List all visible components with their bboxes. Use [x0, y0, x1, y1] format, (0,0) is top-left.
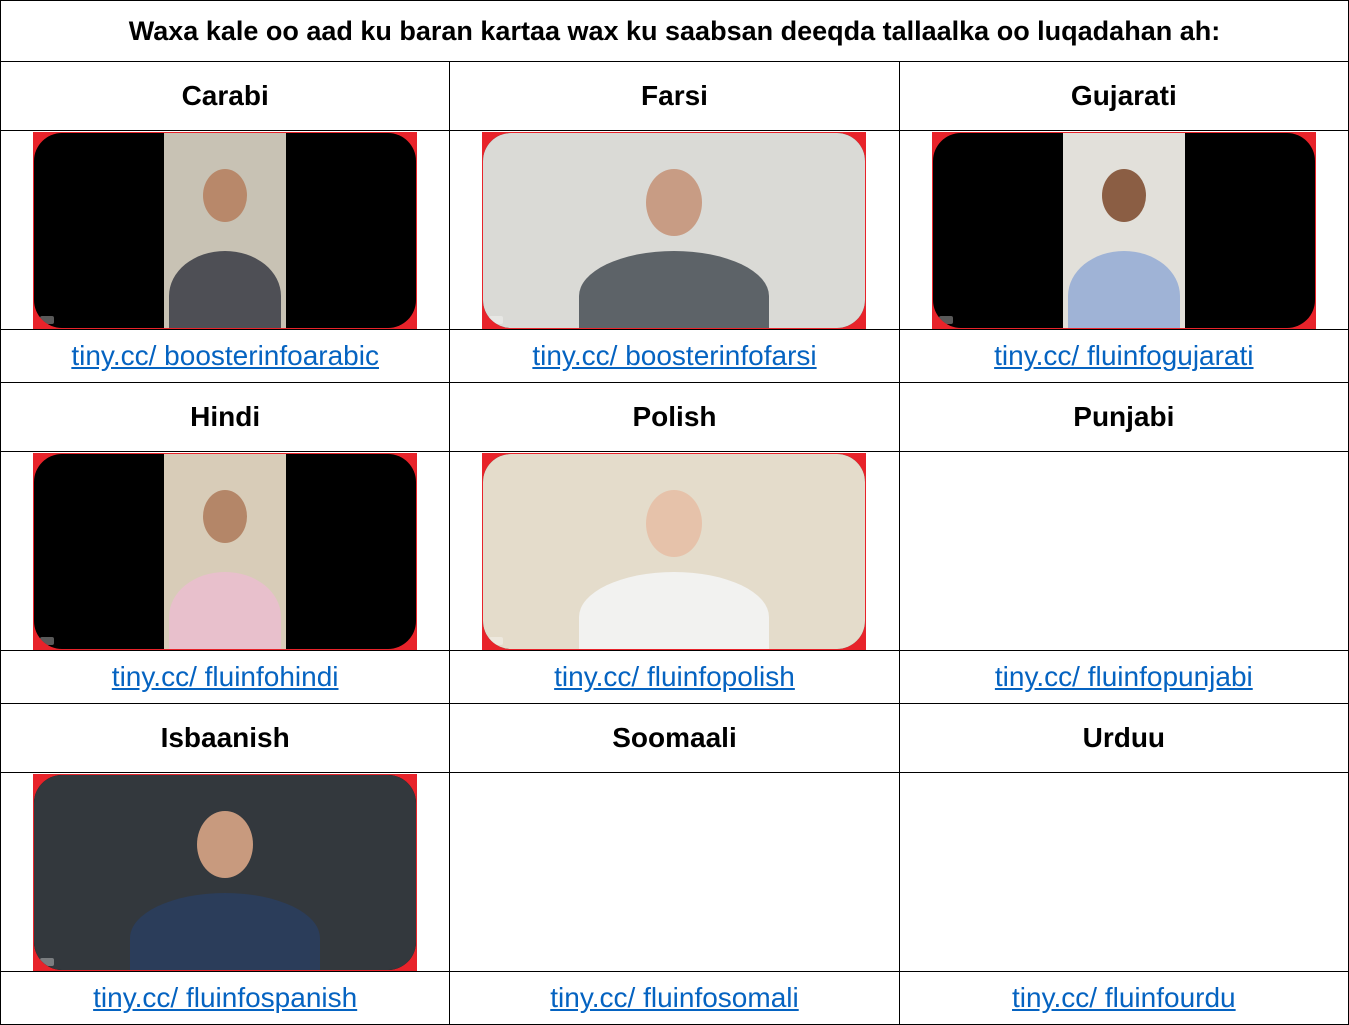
presenter-body: [169, 250, 282, 328]
video-thumbnail[interactable]: [33, 452, 418, 650]
presenter-head: [203, 168, 248, 222]
video-cell: [449, 772, 900, 972]
presenter-video: [34, 774, 417, 970]
link-cell: tiny.cc/ fluinfopolish: [449, 650, 900, 704]
link-cell: tiny.cc/ fluinfospanish: [0, 971, 451, 1025]
video-control-icon: [489, 315, 504, 324]
presenter-head: [646, 489, 703, 557]
video-thumbnail-row: [0, 451, 1349, 651]
presenter-body: [1067, 250, 1180, 328]
video-cell: [898, 130, 1349, 330]
video-link[interactable]: tiny.cc/ fluinfogujarati: [994, 340, 1253, 371]
video-frame: [483, 453, 866, 649]
video-control-icon: [40, 636, 55, 645]
link-row: tiny.cc/ fluinfospanish tiny.cc/ fluinfos…: [0, 971, 1349, 1025]
video-link[interactable]: tiny.cc/ fluinfospanish: [93, 982, 357, 1013]
link-cell: tiny.cc/ fluinfopunjabi: [898, 650, 1349, 704]
video-link[interactable]: tiny.cc/ fluinfopunjabi: [995, 661, 1253, 692]
video-thumbnail[interactable]: [33, 131, 418, 329]
video-thumbnail-row: [0, 130, 1349, 330]
language-name: Urduu: [898, 703, 1349, 773]
language-header-row: Isbaanish Soomaali Urduu: [0, 703, 1349, 773]
video-cell: [898, 451, 1349, 651]
presenter-video: [1062, 132, 1185, 328]
video-frame: [483, 132, 866, 328]
language-video-table: Waxa kale oo aad ku baran kartaa wax ku …: [0, 0, 1349, 1025]
video-control-icon: [40, 315, 55, 324]
video-frame: [34, 453, 417, 649]
presenter-video: [164, 453, 287, 649]
table-title: Waxa kale oo aad ku baran kartaa wax ku …: [0, 0, 1349, 62]
presenter-head: [1101, 168, 1146, 222]
video-thumbnail[interactable]: [931, 131, 1316, 329]
link-cell: tiny.cc/ fluinfohindi: [0, 650, 451, 704]
video-control-icon: [938, 315, 953, 324]
video-frame: [34, 132, 417, 328]
video-thumbnail[interactable]: [482, 452, 867, 650]
language-header-row: Hindi Polish Punjabi: [0, 382, 1349, 452]
presenter-head: [203, 489, 248, 543]
link-cell: tiny.cc/ boosterinfoarabic: [0, 329, 451, 383]
video-thumbnail[interactable]: [482, 131, 867, 329]
link-cell: tiny.cc/ boosterinfofarsi: [449, 329, 900, 383]
link-cell: tiny.cc/ fluinfourdu: [898, 971, 1349, 1025]
video-cell: [898, 772, 1349, 972]
video-link[interactable]: tiny.cc/ fluinfosomali: [550, 982, 798, 1013]
video-thumbnail[interactable]: [33, 773, 418, 971]
video-link[interactable]: tiny.cc/ fluinfohindi: [112, 661, 339, 692]
link-row: tiny.cc/ boosterinfoarabic tiny.cc/ boost…: [0, 329, 1349, 383]
language-name: Punjabi: [898, 382, 1349, 452]
presenter-body: [579, 571, 770, 649]
language-header-row: Carabi Farsi Gujarati: [0, 61, 1349, 131]
video-frame: [34, 774, 417, 970]
presenter-video: [483, 453, 866, 649]
language-name: Hindi: [0, 382, 451, 452]
presenter-body: [579, 250, 770, 328]
video-cell: [449, 451, 900, 651]
video-cell: [0, 130, 451, 330]
video-cell: [0, 772, 451, 972]
presenter-head: [646, 168, 703, 236]
video-frame: [932, 132, 1315, 328]
language-name: Carabi: [0, 61, 451, 131]
presenter-video: [164, 132, 287, 328]
language-name: Gujarati: [898, 61, 1349, 131]
video-link[interactable]: tiny.cc/ fluinfopolish: [554, 661, 795, 692]
language-name: Farsi: [449, 61, 900, 131]
video-link[interactable]: tiny.cc/ boosterinfoarabic: [71, 340, 379, 371]
link-cell: tiny.cc/ fluinfosomali: [449, 971, 900, 1025]
video-control-icon: [40, 957, 55, 966]
presenter-head: [197, 810, 254, 878]
video-link[interactable]: tiny.cc/ boosterinfofarsi: [532, 340, 816, 371]
language-name: Isbaanish: [0, 703, 451, 773]
language-name: Polish: [449, 382, 900, 452]
video-link[interactable]: tiny.cc/ fluinfourdu: [1012, 982, 1236, 1013]
video-control-icon: [489, 636, 504, 645]
presenter-body: [130, 892, 321, 970]
language-rows: Carabi Farsi Gujarati tiny.cc/ boosterinfoa…: [0, 61, 1349, 1025]
link-cell: tiny.cc/ fluinfogujarati: [898, 329, 1349, 383]
video-cell: [0, 451, 451, 651]
video-cell: [449, 130, 900, 330]
title-row: Waxa kale oo aad ku baran kartaa wax ku …: [0, 0, 1349, 62]
presenter-body: [169, 571, 282, 649]
link-row: tiny.cc/ fluinfohindi tiny.cc/ fluinfopol…: [0, 650, 1349, 704]
video-thumbnail-row: [0, 772, 1349, 972]
presenter-video: [483, 132, 866, 328]
language-name: Soomaali: [449, 703, 900, 773]
